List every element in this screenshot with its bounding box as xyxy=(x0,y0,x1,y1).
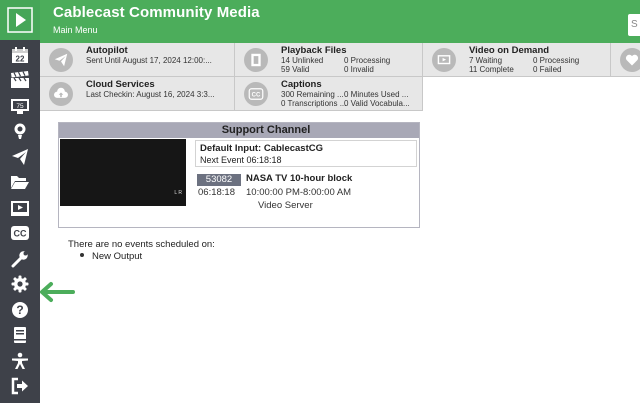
paper-plane-icon xyxy=(49,48,73,72)
breadcrumb: Main Menu xyxy=(53,25,98,35)
heart-icon xyxy=(620,48,640,72)
app-header: Cablecast Community Media Main Menu S xyxy=(40,0,640,43)
accessibility-icon xyxy=(12,352,28,369)
film-icon xyxy=(244,48,268,72)
show-time-range: 10:00:00 PM-8:00:00 AM xyxy=(246,187,352,198)
podcast-icon xyxy=(14,123,26,140)
events-message: There are no events scheduled on: xyxy=(68,239,215,250)
gear-icon xyxy=(11,275,29,293)
tile-stat: 0 Processing xyxy=(533,56,580,65)
video-display-icon xyxy=(11,200,29,216)
sidebar-item-tools[interactable] xyxy=(0,246,40,272)
status-tiles: Autopilot Sent Until August 17, 2024 12:… xyxy=(40,43,640,113)
tile-video-on-demand[interactable]: Video on Demand 7 Waiting 11 Complete 0 … xyxy=(423,43,611,77)
sidebar-nav: 22 75 CC ? xyxy=(0,42,40,399)
sidebar-item-docs[interactable] xyxy=(0,323,40,349)
search-input[interactable]: S xyxy=(628,14,640,36)
tile-cloud-services[interactable]: Cloud Services Last Checkin: August 16, … xyxy=(40,77,235,111)
tile-stat: 0 Minutes Used ... xyxy=(344,90,409,99)
book-icon xyxy=(14,327,26,344)
channel-preview[interactable]: L R xyxy=(60,139,186,206)
sidebar-item-autopilot[interactable] xyxy=(0,144,40,170)
sidebar-item-accessibility[interactable] xyxy=(0,348,40,374)
closed-captions-icon: CC xyxy=(244,82,268,106)
calendar-icon: 22 xyxy=(12,46,28,63)
app-logo[interactable] xyxy=(0,0,40,40)
events-list: New Output xyxy=(80,251,142,262)
closed-captions-icon: CC xyxy=(11,226,29,241)
clapperboard-icon xyxy=(11,71,29,89)
cloud-upload-icon xyxy=(49,82,73,106)
audio-meter-label: L R xyxy=(174,190,182,196)
default-input-box: Default Input: CablecastCG Next Event 06… xyxy=(195,140,417,167)
list-bullet xyxy=(80,253,84,258)
tile-stat: 0 Invalid xyxy=(344,65,374,74)
sidebar-item-vod[interactable] xyxy=(0,195,40,221)
show-server: Video Server xyxy=(258,200,313,211)
panel-title: Support Channel xyxy=(59,123,419,138)
paper-plane-icon xyxy=(12,148,28,165)
sidebar-item-channels[interactable]: 75 xyxy=(0,93,40,119)
sidebar-item-logout[interactable] xyxy=(0,374,40,400)
tile-status: Sent Until August 17, 2024 12:00:... xyxy=(86,56,212,65)
show-elapsed-time: 06:18:18 xyxy=(198,187,235,198)
list-item: New Output xyxy=(92,251,143,262)
tile-stat: 300 Remaining ... xyxy=(281,90,344,99)
tile-stat: 0 Valid Vocabula... xyxy=(344,99,410,108)
tile-support[interactable] xyxy=(611,43,640,77)
sidebar-item-captions[interactable]: CC xyxy=(0,221,40,247)
tile-autopilot[interactable]: Autopilot Sent Until August 17, 2024 12:… xyxy=(40,43,235,77)
sidebar-item-files[interactable] xyxy=(0,170,40,196)
tile-title: Video on Demand xyxy=(469,45,550,56)
folder-open-icon xyxy=(11,176,29,190)
help-question-text: ? xyxy=(16,303,23,317)
tile-stat: 14 Unlinked xyxy=(281,56,324,65)
logo-play-icon xyxy=(7,7,33,33)
tile-title: Captions xyxy=(281,79,322,90)
tile-status: Last Checkin: August 16, 2024 3:3... xyxy=(86,90,215,99)
monitor-number-text: 75 xyxy=(16,103,24,110)
tile-captions[interactable]: CC Captions 300 Remaining ... 0 Transcri… xyxy=(235,77,423,111)
sidebar-item-live[interactable] xyxy=(0,119,40,145)
tile-stat: 59 Valid xyxy=(281,65,310,74)
sidebar-item-schedule[interactable]: 22 xyxy=(0,42,40,68)
calendar-day-text: 22 xyxy=(16,54,25,63)
next-event-label: Next Event 06:18:18 xyxy=(200,155,282,165)
tile-stat: 0 Transcriptions ... xyxy=(281,99,347,108)
video-display-icon xyxy=(432,48,456,72)
sidebar-item-help[interactable]: ? xyxy=(0,297,40,323)
sidebar-item-settings[interactable] xyxy=(0,272,40,298)
tile-playback-files[interactable]: Playback Files 14 Unlinked 59 Valid 0 Pr… xyxy=(235,43,423,77)
sidebar: 22 75 CC ? xyxy=(0,0,40,403)
tile-stat: 0 Processing xyxy=(344,56,391,65)
cc-text: CC xyxy=(14,229,27,239)
support-channel-panel: Support Channel L R Default Input: Cable… xyxy=(58,122,420,228)
show-title[interactable]: NASA TV 10-hour block xyxy=(246,173,352,184)
tile-title: Playback Files xyxy=(281,45,347,56)
app-title: Cablecast Community Media xyxy=(53,4,260,21)
sign-out-icon xyxy=(11,378,28,395)
cc-text: CC xyxy=(252,93,261,99)
default-input-label: Default Input: CablecastCG xyxy=(200,143,323,154)
tile-title: Cloud Services xyxy=(86,79,155,90)
tile-title: Autopilot xyxy=(86,45,128,56)
monitor-icon: 75 xyxy=(11,98,29,114)
pointer-arrow-icon xyxy=(40,282,75,302)
show-id-badge[interactable]: 53082 xyxy=(197,174,241,186)
tile-stat: 0 Failed xyxy=(533,65,562,74)
tile-stat: 7 Waiting xyxy=(469,56,503,65)
sidebar-item-shows[interactable] xyxy=(0,68,40,94)
wrench-icon xyxy=(11,251,28,268)
help-circle-icon: ? xyxy=(12,301,28,318)
tile-stat: 11 Complete xyxy=(469,65,514,74)
